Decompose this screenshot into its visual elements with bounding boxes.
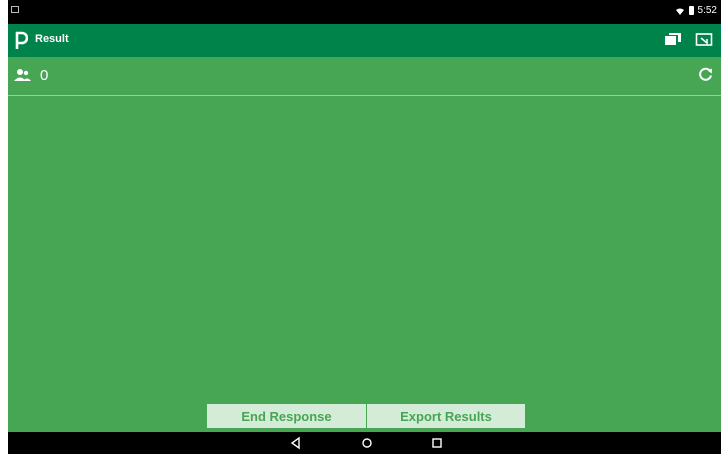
status-bar-right: 5:52 — [675, 5, 717, 16]
back-icon[interactable] — [289, 436, 303, 450]
participant-count: 0 — [40, 67, 49, 84]
screen-cast-icon[interactable] — [695, 32, 713, 48]
results-header: 0 — [8, 57, 721, 96]
chat-icon[interactable] — [664, 32, 682, 48]
refresh-icon[interactable] — [698, 67, 713, 82]
navigation-bar — [8, 432, 721, 454]
battery-icon — [688, 6, 694, 15]
wifi-icon — [675, 7, 684, 15]
home-icon[interactable] — [360, 436, 374, 450]
page-title: Result — [35, 33, 69, 45]
status-bar: 5:52 — [8, 0, 721, 24]
app-screen: 5:52 Result 0 End Response Export Result… — [8, 0, 721, 454]
notification-icon — [11, 6, 19, 13]
end-response-button[interactable]: End Response — [207, 404, 366, 428]
export-results-button[interactable]: Export Results — [367, 404, 525, 428]
recent-apps-icon[interactable] — [430, 436, 444, 450]
app-logo-icon — [15, 31, 28, 49]
app-bar: Result — [8, 24, 721, 57]
participants-icon — [14, 69, 31, 81]
status-time: 5:52 — [697, 5, 717, 16]
